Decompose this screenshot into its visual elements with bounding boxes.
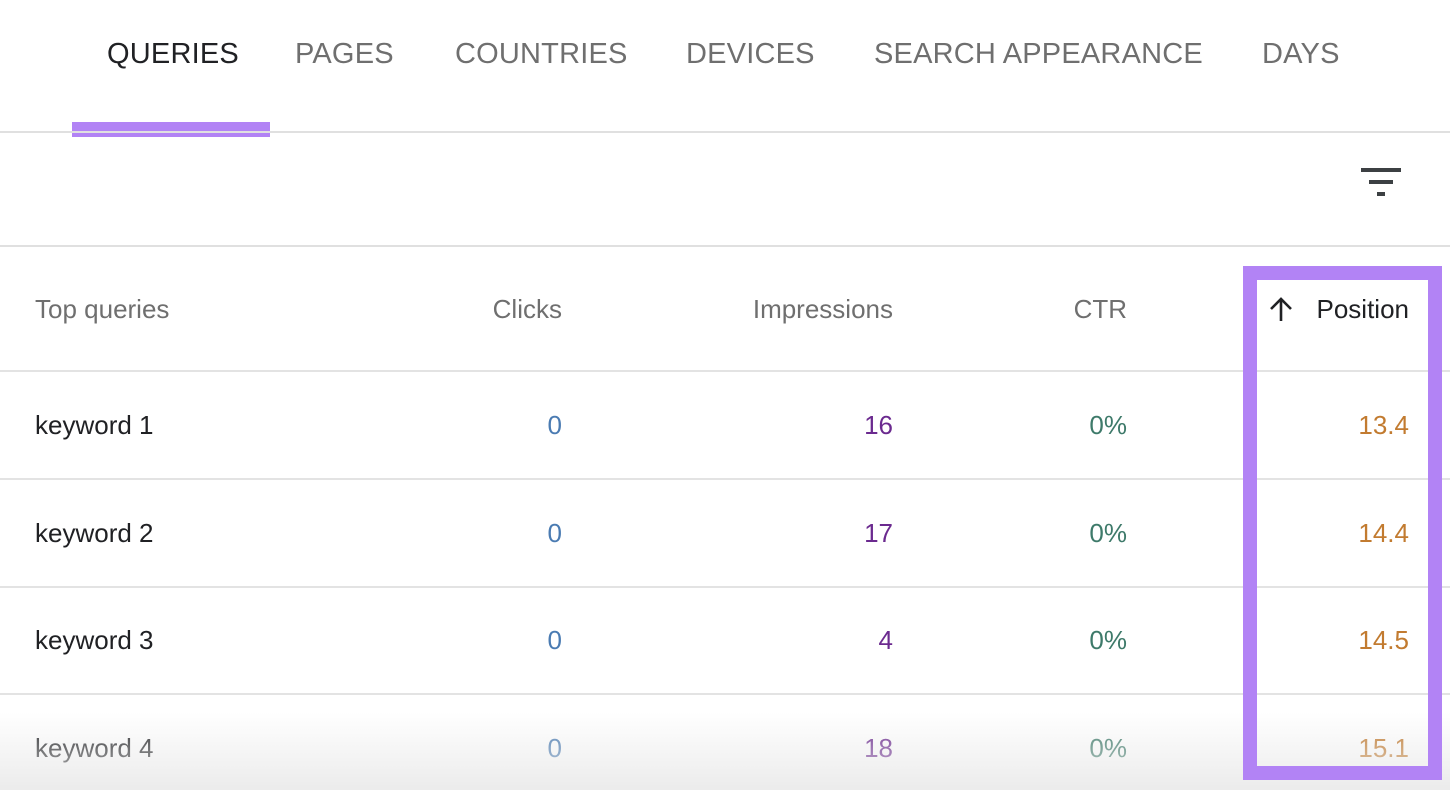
position-cell: 13.4 [1358,410,1409,440]
ctr-cell: 0% [1089,625,1127,655]
row-divider [0,586,1450,588]
position-column-highlight [1243,266,1442,780]
tab-pages[interactable]: PAGES [295,38,394,71]
ctr-cell: 0% [1089,410,1127,440]
arrow-up-icon [1270,297,1292,321]
header-impressions[interactable]: Impressions [753,294,893,325]
tab-search-appearance[interactable]: SEARCH APPEARANCE [874,38,1203,71]
header-ctr[interactable]: CTR [1074,294,1127,325]
position-cell: 14.4 [1358,518,1409,548]
clicks-cell: 0 [547,625,562,655]
row-divider [0,693,1450,695]
position-cell: 14.5 [1358,625,1409,655]
search-console-performance-panel: QUERIES PAGES COUNTRIES DEVICES SEARCH A… [0,0,1450,790]
impressions-cell: 16 [864,410,893,440]
filter-list-icon [1361,168,1401,196]
query-cell[interactable]: keyword 3 [35,625,154,656]
query-cell[interactable]: keyword 4 [35,733,154,764]
filter-button[interactable] [1352,158,1410,206]
header-divider [0,370,1450,372]
tab-days[interactable]: DAYS [1262,38,1340,71]
impressions-cell: 18 [864,733,893,763]
tab-queries[interactable]: QUERIES [107,38,239,71]
impressions-cell: 17 [864,518,893,548]
ctr-cell: 0% [1089,733,1127,763]
header-top-queries[interactable]: Top queries [35,294,169,325]
impressions-cell: 4 [878,625,893,655]
tabs-divider [0,131,1450,133]
active-tab-indicator [72,122,270,137]
tab-devices[interactable]: DEVICES [686,38,815,71]
query-cell[interactable]: keyword 1 [35,410,154,441]
query-cell[interactable]: keyword 2 [35,518,154,549]
row-divider [0,478,1450,480]
dimension-tabs: QUERIES PAGES COUNTRIES DEVICES SEARCH A… [0,0,1450,137]
clicks-cell: 0 [547,518,562,548]
bottom-fade [0,712,1450,790]
position-cell: 15.1 [1358,733,1409,763]
header-position[interactable]: Position [1317,294,1410,325]
ctr-cell: 0% [1089,518,1127,548]
toolbar-divider [0,245,1450,247]
clicks-cell: 0 [547,410,562,440]
tab-countries[interactable]: COUNTRIES [455,38,628,71]
clicks-cell: 0 [547,733,562,763]
header-clicks[interactable]: Clicks [493,294,562,325]
